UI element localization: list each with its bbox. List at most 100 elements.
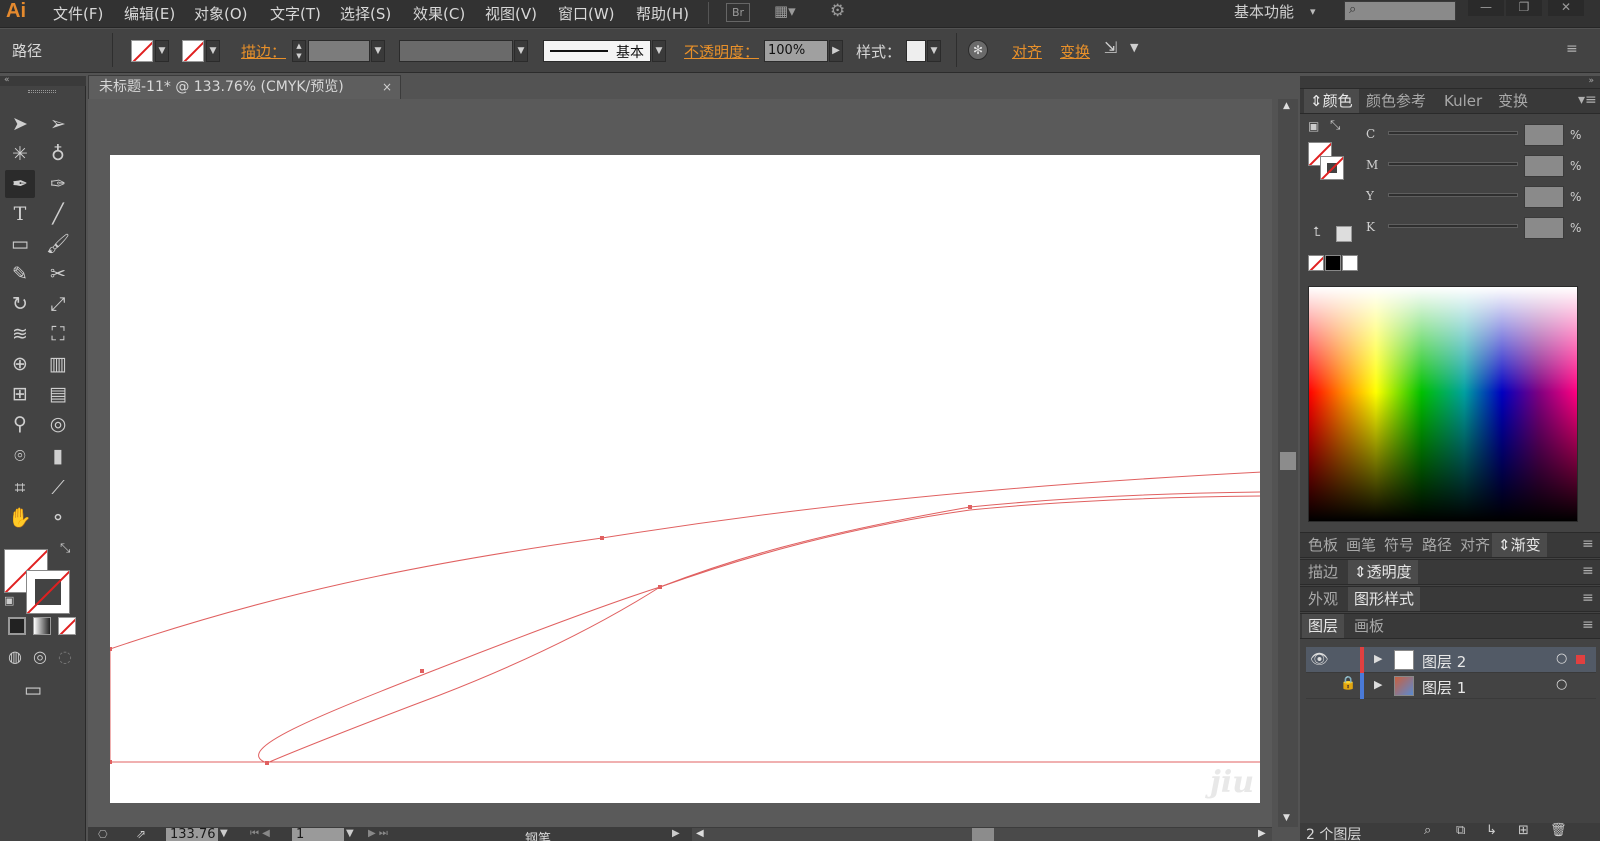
draw-normal-icon[interactable]: ◍ [8,647,22,666]
expand-layer-icon[interactable]: ▶ [1374,652,1382,665]
hand-tool-icon[interactable]: ✋ [5,504,35,532]
fill-dropdown-icon[interactable]: ▼ [155,40,169,62]
stroke-weight-input[interactable] [308,40,370,62]
direct-selection-tool-icon[interactable]: ➢ [43,110,73,138]
web-safe-color-icon[interactable] [1336,226,1352,242]
recolor-artwork-icon[interactable]: ✻ [968,40,988,60]
horizontal-scroll-thumb[interactable] [972,828,994,841]
channel-m-input[interactable] [1524,155,1564,177]
restore-button[interactable]: ❐ [1506,0,1542,16]
channel-m-slider[interactable] [1388,162,1518,166]
out-of-gamut-icon[interactable]: ⮤ [1313,225,1321,240]
tab-color-guide[interactable]: 颜色参考 [1360,89,1432,113]
curvature-tool-icon[interactable]: ✑ [43,170,73,198]
tab-color[interactable]: ⇕颜色 [1304,89,1359,113]
delete-layer-icon[interactable]: 🗑 [1550,823,1567,838]
profile-dropdown-icon[interactable]: ▼ [514,40,528,62]
stroke-panel-link[interactable]: 描边： [241,41,286,62]
swatches-panel-menu-icon[interactable]: ≡ [1582,536,1594,552]
tab-pathfinder[interactable]: 路径 [1416,533,1458,557]
anchor-point[interactable] [420,669,424,673]
paintbrush-tool-icon[interactable]: 🖌 [43,230,73,258]
menu-view[interactable]: 视图(V) [485,3,537,24]
stroke-weight-dropdown-icon[interactable]: ▼ [371,40,385,62]
menu-file[interactable]: 文件(F) [53,3,103,24]
tools-collapse-icon[interactable]: « [0,76,86,86]
graphic-style-swatch[interactable] [906,40,926,62]
tab-brushes[interactable]: 画笔 [1340,533,1382,557]
close-window-button[interactable]: ✕ [1548,0,1584,16]
menu-help[interactable]: 帮助(H) [636,3,689,24]
last-artboard-icon[interactable]: ▶ ⏭ [368,828,388,839]
artboard[interactable]: jiu [110,155,1260,803]
tab-kuler[interactable]: Kuler [1438,89,1488,113]
expand-layer-icon[interactable]: ▶ [1374,678,1382,691]
black-color-chip[interactable] [1325,255,1341,271]
tab-layers[interactable]: 图层 [1302,614,1345,638]
zoom-tool-icon[interactable]: ⚬ [43,504,73,532]
artboard-dropdown-icon[interactable]: ▼ [346,828,354,839]
tab-graphic-styles[interactable]: 图形样式 [1348,587,1421,611]
anchor-point[interactable] [600,536,604,540]
tab-stroke[interactable]: 描边 [1302,560,1344,584]
zoom-level-input[interactable]: 133.76 [166,828,218,841]
mesh-tool-icon[interactable]: ⊞ [5,380,35,408]
selection-indicator-icon[interactable] [1576,655,1585,664]
tab-align[interactable]: 对齐 [1454,533,1496,557]
channel-y-slider[interactable] [1388,193,1518,197]
brush-definition[interactable]: 基本 [543,40,651,62]
share-icon[interactable]: ⇗ [136,827,146,841]
artwork-paths[interactable] [110,155,1260,803]
layer-row[interactable]: 👁 ▶ 图层 2 ○ [1306,647,1596,673]
scissors-tool-icon[interactable]: ✂ [43,260,73,288]
swap-fill-stroke-icon[interactable]: ⤡ [60,541,70,556]
draw-inside-icon[interactable]: ◌ [58,647,72,666]
channel-k-input[interactable] [1524,217,1564,239]
swap-colors-icon[interactable]: ⤡ [1330,118,1340,133]
rectangle-tool-icon[interactable]: ▭ [5,230,35,258]
tab-swatches[interactable]: 色板 [1302,533,1344,557]
stroke-dropdown-icon[interactable]: ▼ [206,40,220,62]
anchor-point[interactable] [110,647,112,651]
workspace-dropdown-icon[interactable]: ▾ [1310,5,1316,18]
tab-transform[interactable]: 变换 [1492,89,1534,113]
anchor-points[interactable] [110,470,1260,765]
none-color-chip[interactable] [1308,255,1324,271]
new-sublayer-icon[interactable]: ↳ [1486,823,1497,838]
stroke-indicator[interactable] [26,570,70,614]
target-circle-icon[interactable]: ○ [1556,651,1567,666]
path-inner-curve-a[interactable] [258,491,1260,764]
perspective-grid-tool-icon[interactable]: ▥ [43,350,73,378]
menu-object[interactable]: 对象(O) [194,3,248,24]
visibility-eye-icon[interactable]: 👁 [1310,650,1329,668]
tab-artboards[interactable]: 画板 [1348,614,1390,638]
help-search-input[interactable]: ⌕ [1344,1,1456,21]
first-artboard-icon[interactable]: ⏮ ◀ [250,828,270,839]
scroll-down-icon[interactable]: ▼ [1283,813,1290,823]
draw-behind-icon[interactable]: ◎ [33,647,47,666]
eyedropper-tool-icon[interactable]: ⚲ [5,410,35,438]
tab-transparency[interactable]: ⇕透明度 [1348,560,1418,584]
type-tool-icon[interactable]: T [5,200,35,228]
scroll-left-icon[interactable]: ◀ [696,828,704,839]
free-transform-tool-icon[interactable]: ⛶ [43,320,73,348]
lock-icon[interactable]: 🔒 [1340,676,1356,691]
path-group[interactable] [110,471,1260,764]
scroll-up-icon[interactable]: ▲ [1283,101,1290,111]
stroke-weight-stepper[interactable]: ▲ ▼ [292,40,306,62]
layers-panel-menu-icon[interactable]: ≡ [1582,617,1594,633]
pencil-tool-icon[interactable]: ✎ [5,260,35,288]
opacity-input[interactable]: 100% [764,40,828,62]
channel-k-slider[interactable] [1388,224,1518,228]
transform-panel-link[interactable]: 变换 [1060,41,1090,62]
menu-window[interactable]: 窗口(W) [558,3,615,24]
scale-tool-icon[interactable]: ⤢ [43,290,73,318]
pen-tool-icon[interactable]: ✒ [5,170,35,198]
fill-swatch[interactable] [131,40,153,62]
color-mode-icon[interactable] [8,617,26,635]
symbol-sprayer-tool-icon[interactable]: ⌾ [5,442,35,470]
control-overflow-icon[interactable]: ▼ [1130,41,1138,54]
tab-appearance[interactable]: 外观 [1302,587,1344,611]
opacity-slider-arrow-icon[interactable]: ▶ [829,40,843,62]
panel-stroke-swatch[interactable] [1320,156,1344,180]
